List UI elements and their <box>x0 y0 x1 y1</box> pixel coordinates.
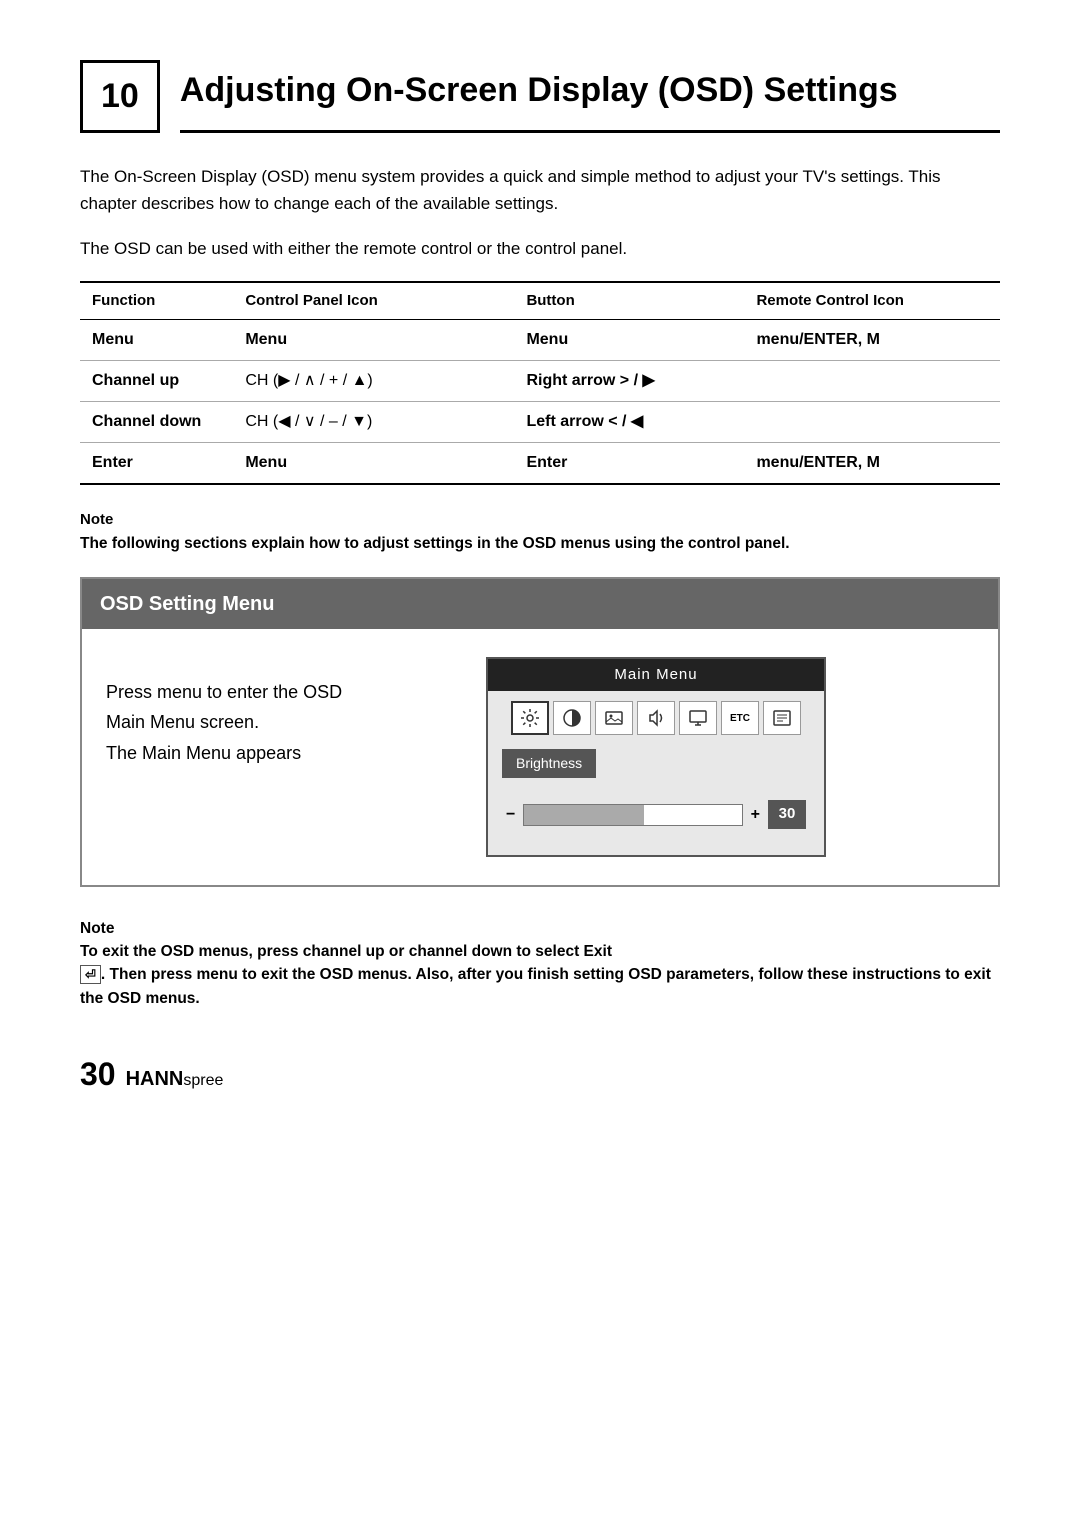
osd-brightness-label: Brightness <box>502 749 596 778</box>
cell-control: CH (◀ / ∨ / – / ▼) <box>245 413 372 430</box>
cell-control: Menu <box>245 331 287 348</box>
footer: 30 HANNspree <box>80 1050 1000 1098</box>
cell-function: Enter <box>92 454 133 471</box>
cell-button: Left arrow < / ◀ <box>526 413 643 430</box>
note-label-1: Note <box>80 509 1000 532</box>
cell-control: CH (▶ / ∧ / + / ▲) <box>245 372 372 389</box>
osd-instruction-line2: Main Menu screen. <box>106 712 259 732</box>
col-header-control: Control Panel Icon <box>233 282 514 320</box>
col-header-button: Button <box>514 282 744 320</box>
col-header-function: Function <box>80 282 233 320</box>
osd-icons-row: ETC <box>488 701 824 735</box>
footer-page-number: 30 <box>80 1050 116 1098</box>
brand-spree: spree <box>183 1072 223 1089</box>
note2-line1: To exit the OSD menus, press channel up … <box>80 943 612 960</box>
footer-brand: HANNspree <box>126 1064 224 1094</box>
osd-slider-track <box>523 804 742 826</box>
osd-screen-mockup: Main Menu ETC <box>486 657 826 857</box>
osd-icon-image <box>595 701 633 735</box>
table-row: Enter Menu Enter menu/ENTER, M <box>80 443 1000 485</box>
note-block-2: Note To exit the OSD menus, press channe… <box>80 917 1000 1010</box>
cell-remote: menu/ENTER, M <box>756 331 880 348</box>
col-header-remote: Remote Control Icon <box>744 282 1000 320</box>
cell-remote: menu/ENTER, M <box>756 454 880 471</box>
osd-slider-row: − + 30 <box>488 800 824 829</box>
intro-paragraph-2: The OSD can be used with either the remo… <box>80 235 1000 262</box>
osd-slider-minus-icon: − <box>506 803 515 827</box>
osd-setting-title: OSD Setting Menu <box>82 579 998 629</box>
osd-instruction-line3: The Main Menu appears <box>106 743 301 763</box>
cell-function: Menu <box>92 331 134 348</box>
note-label-2: Note <box>80 917 1000 940</box>
cell-function: Channel down <box>92 413 201 430</box>
cell-function: Channel up <box>92 372 179 389</box>
osd-icon-screen <box>679 701 717 735</box>
note-body-2: To exit the OSD menus, press channel up … <box>80 940 1000 1010</box>
note-block-1: Note The following sections explain how … <box>80 509 1000 555</box>
table-row: Channel down CH (◀ / ∨ / – / ▼) Left arr… <box>80 402 1000 443</box>
osd-icon-extra <box>763 701 801 735</box>
table-row: Channel up CH (▶ / ∧ / + / ▲) Right arro… <box>80 361 1000 402</box>
osd-setting-box: OSD Setting Menu Press menu to enter the… <box>80 577 1000 887</box>
osd-icon-etc: ETC <box>721 701 759 735</box>
osd-instruction-line1: Press menu to enter the OSD <box>106 682 342 702</box>
cell-button: Menu <box>526 331 568 348</box>
chapter-header: 10 Adjusting On-Screen Display (OSD) Set… <box>80 60 1000 133</box>
osd-icon-sound <box>637 701 675 735</box>
osd-screen-title: Main Menu <box>488 659 824 692</box>
osd-icon-contrast <box>553 701 591 735</box>
note2-line2: . Then press menu to exit the OSD menus.… <box>80 966 991 1006</box>
chapter-number: 10 <box>80 60 160 133</box>
settings-table: Function Control Panel Icon Button Remot… <box>80 281 1000 486</box>
osd-slider-plus-icon: + <box>751 803 760 827</box>
note-body-1: The following sections explain how to ad… <box>80 532 1000 555</box>
osd-slider-value: 30 <box>768 800 806 829</box>
cell-button: Enter <box>526 454 567 471</box>
note2-icon: ⏎ <box>80 965 101 984</box>
osd-setting-content: Press menu to enter the OSD Main Menu sc… <box>82 629 998 885</box>
osd-icon-gear <box>511 701 549 735</box>
osd-left-text: Press menu to enter the OSD Main Menu sc… <box>106 657 426 769</box>
chapter-title: Adjusting On-Screen Display (OSD) Settin… <box>180 60 1000 133</box>
cell-button: Right arrow > / ▶ <box>526 372 654 389</box>
brand-hann: HANN <box>126 1068 184 1090</box>
cell-control: Menu <box>245 454 287 471</box>
osd-slider-fill <box>524 805 644 825</box>
table-row: Menu Menu Menu menu/ENTER, M <box>80 320 1000 361</box>
intro-paragraph-1: The On-Screen Display (OSD) menu system … <box>80 163 1000 217</box>
